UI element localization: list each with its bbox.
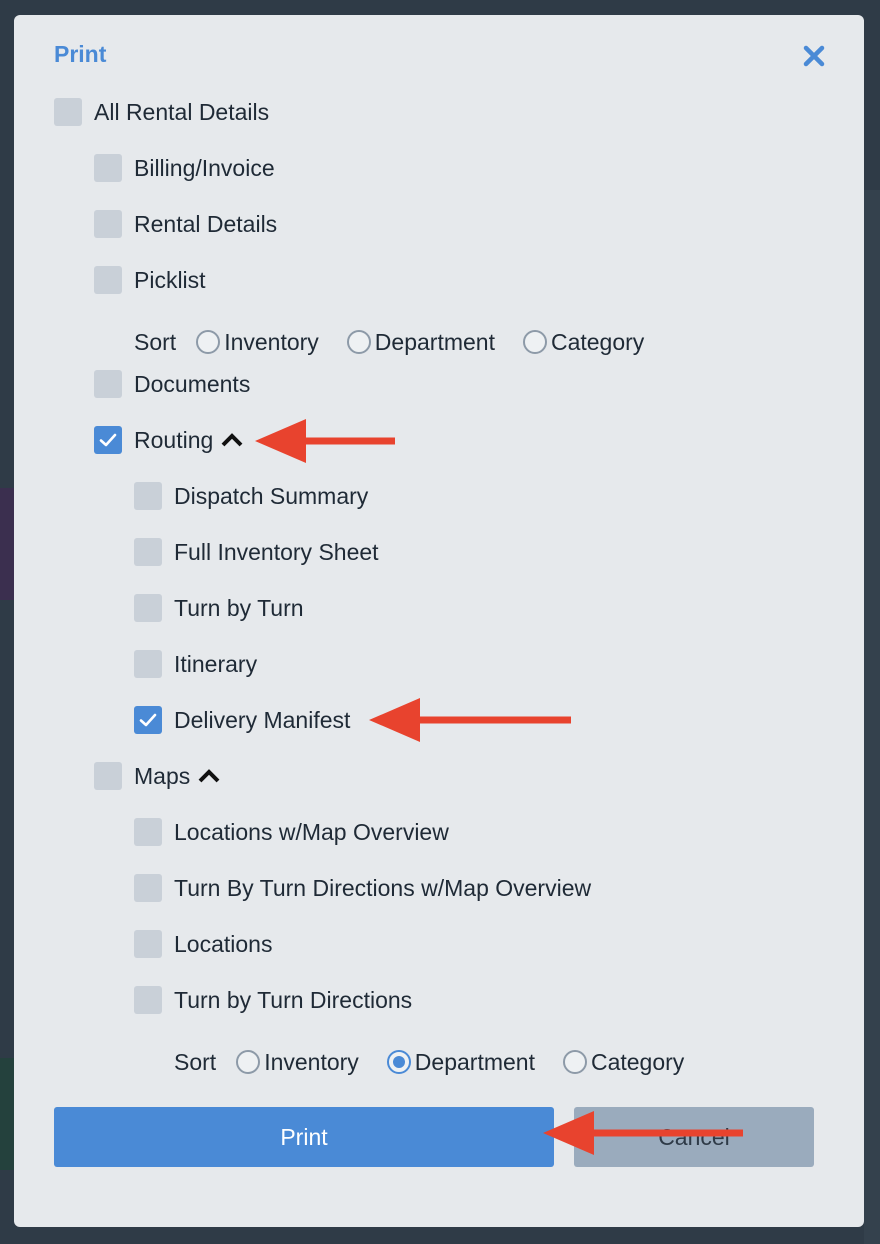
chevron-up-icon[interactable]: [198, 769, 220, 783]
option-label: Itinerary: [174, 650, 258, 677]
option-routing[interactable]: Routing: [94, 425, 243, 455]
checkbox[interactable]: [134, 594, 162, 622]
checkbox[interactable]: [134, 930, 162, 958]
radio-button[interactable]: [236, 1050, 261, 1074]
option-label: Rental Details: [134, 210, 278, 237]
option-label: Turn By Turn Directions w/Map Overview: [174, 874, 592, 901]
radio-label: Department: [414, 1048, 535, 1075]
option-turn-by-turn-directions-map-overview[interactable]: Turn By Turn Directions w/Map Overview: [134, 873, 591, 903]
option-delivery-manifest[interactable]: Delivery Manifest: [134, 705, 350, 735]
option-label: Full Inventory Sheet: [174, 538, 379, 565]
checkmark-icon: [99, 433, 117, 447]
picklist-sort-group: Sort Inventory Department Category: [134, 326, 672, 358]
option-label: Turn by Turn Directions: [174, 986, 413, 1013]
option-label: Dispatch Summary: [174, 482, 369, 509]
radio-label: Inventory: [224, 328, 319, 355]
option-label: Maps: [134, 762, 191, 789]
checkbox[interactable]: [94, 210, 122, 238]
radio-label: Category: [590, 1048, 685, 1075]
checkbox-checked[interactable]: [94, 426, 122, 454]
checkbox[interactable]: [134, 538, 162, 566]
option-itinerary[interactable]: Itinerary: [134, 649, 257, 679]
maps-sort-group: Sort Inventory Department Category: [174, 1046, 712, 1078]
checkbox[interactable]: [134, 650, 162, 678]
radio-button[interactable]: [196, 330, 221, 354]
close-icon[interactable]: [799, 41, 829, 71]
radio-button[interactable]: [346, 330, 371, 354]
option-full-inventory-sheet[interactable]: Full Inventory Sheet: [134, 537, 379, 567]
radio-label: Inventory: [264, 1048, 359, 1075]
option-billing-invoice[interactable]: Billing/Invoice: [94, 153, 275, 183]
option-rental-details[interactable]: Rental Details: [94, 209, 277, 239]
checkmark-icon: [139, 713, 157, 727]
sort-label: Sort: [134, 328, 177, 355]
option-maps[interactable]: Maps: [94, 761, 220, 791]
checkbox[interactable]: [54, 98, 82, 126]
cancel-button[interactable]: Cancel: [574, 1107, 814, 1167]
option-picklist[interactable]: Picklist: [94, 265, 206, 295]
print-button[interactable]: Print: [54, 1107, 554, 1167]
radio-button[interactable]: [522, 330, 547, 354]
option-turn-by-turn-directions[interactable]: Turn by Turn Directions: [134, 985, 412, 1015]
option-dispatch-summary[interactable]: Dispatch Summary: [134, 481, 368, 511]
option-label: Turn by Turn: [174, 594, 304, 621]
option-locations[interactable]: Locations: [134, 929, 272, 959]
radio-button[interactable]: [562, 1050, 587, 1074]
dialog-title: Print: [54, 41, 107, 67]
radio-department[interactable]: Department: [346, 328, 495, 356]
radio-category[interactable]: Category: [522, 328, 645, 356]
option-all-rental-details[interactable]: All Rental Details: [54, 97, 269, 127]
radio-button-selected[interactable]: [386, 1050, 411, 1074]
checkbox[interactable]: [94, 762, 122, 790]
checkbox[interactable]: [94, 154, 122, 182]
radio-label: Category: [550, 328, 645, 355]
radio-label: Department: [374, 328, 495, 355]
background-purple-strip: [0, 488, 14, 600]
option-label: Routing: [134, 426, 214, 453]
checkbox[interactable]: [134, 986, 162, 1014]
option-label: Picklist: [134, 266, 206, 293]
option-label: All Rental Details: [94, 98, 270, 125]
chevron-up-icon[interactable]: [221, 433, 243, 447]
option-turn-by-turn[interactable]: Turn by Turn: [134, 593, 304, 623]
checkbox-checked[interactable]: [134, 706, 162, 734]
radio-inventory[interactable]: Inventory: [236, 1049, 359, 1076]
radio-category[interactable]: Category: [562, 1048, 685, 1076]
sort-label: Sort: [174, 1048, 217, 1075]
option-locations-map-overview[interactable]: Locations w/Map Overview: [134, 817, 449, 847]
option-label: Billing/Invoice: [134, 154, 275, 181]
option-label: Documents: [134, 370, 251, 397]
background-green-strip: [0, 1058, 14, 1170]
option-label: Delivery Manifest: [174, 706, 351, 733]
option-documents[interactable]: Documents: [94, 369, 250, 399]
radio-department[interactable]: Department: [386, 1048, 535, 1076]
background-panel-right: [864, 190, 880, 1244]
option-label: Locations: [174, 930, 273, 957]
option-label: Locations w/Map Overview: [174, 818, 449, 845]
checkbox[interactable]: [94, 370, 122, 398]
checkbox[interactable]: [94, 266, 122, 294]
print-dialog: Print All Rental Details Billing/Invoice…: [14, 15, 864, 1227]
checkbox[interactable]: [134, 874, 162, 902]
checkbox[interactable]: [134, 818, 162, 846]
checkbox[interactable]: [134, 482, 162, 510]
radio-inventory[interactable]: Inventory: [196, 329, 319, 356]
